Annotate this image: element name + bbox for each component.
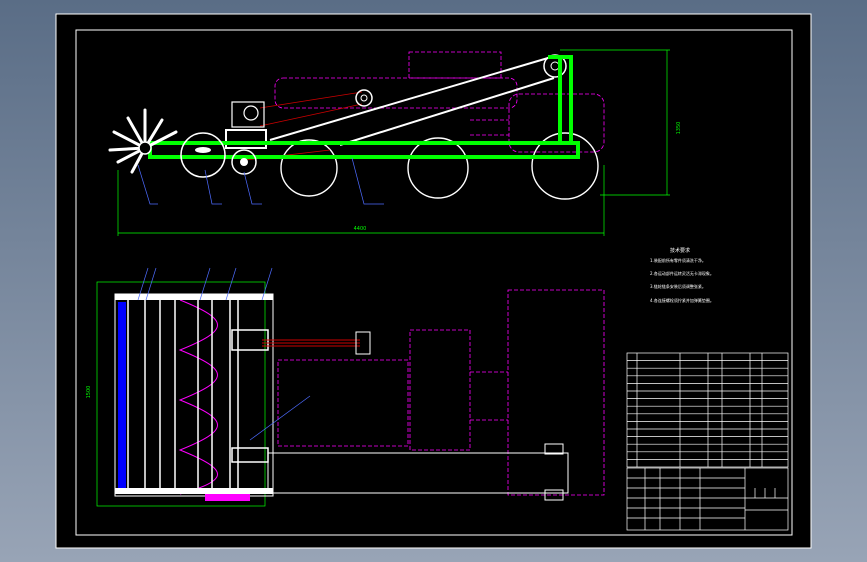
small-roller-hub [240, 158, 248, 166]
width-dimension-text: 1500 [86, 386, 92, 399]
tech-req-title: 技术要求 [670, 247, 690, 254]
tech-req-note-1: 1.装配前所有零件须清洗干净。 [650, 257, 706, 263]
tech-req-note-4: 4.各连接螺栓须拧紧并加弹簧垫圈。 [650, 297, 714, 303]
length-dimension-text: 4400 [354, 226, 367, 232]
bottom-bracket [205, 494, 250, 501]
tech-req-note-3: 3.链轮链条安装后须调整张紧。 [650, 283, 706, 289]
gauge-wheel-hub [195, 147, 211, 153]
blade-drum [118, 302, 126, 492]
reel-hub [138, 141, 152, 155]
tech-req-note-2: 2.各运动部件运转灵活无卡滞现象。 [650, 270, 714, 276]
height-dimension-text: 1350 [676, 122, 682, 135]
cad-viewport[interactable]: 1350 4400 1500 技术要求 1.装配前所有零件须清洗干净。 2.各运… [0, 0, 867, 562]
bottom-bar [115, 488, 273, 494]
